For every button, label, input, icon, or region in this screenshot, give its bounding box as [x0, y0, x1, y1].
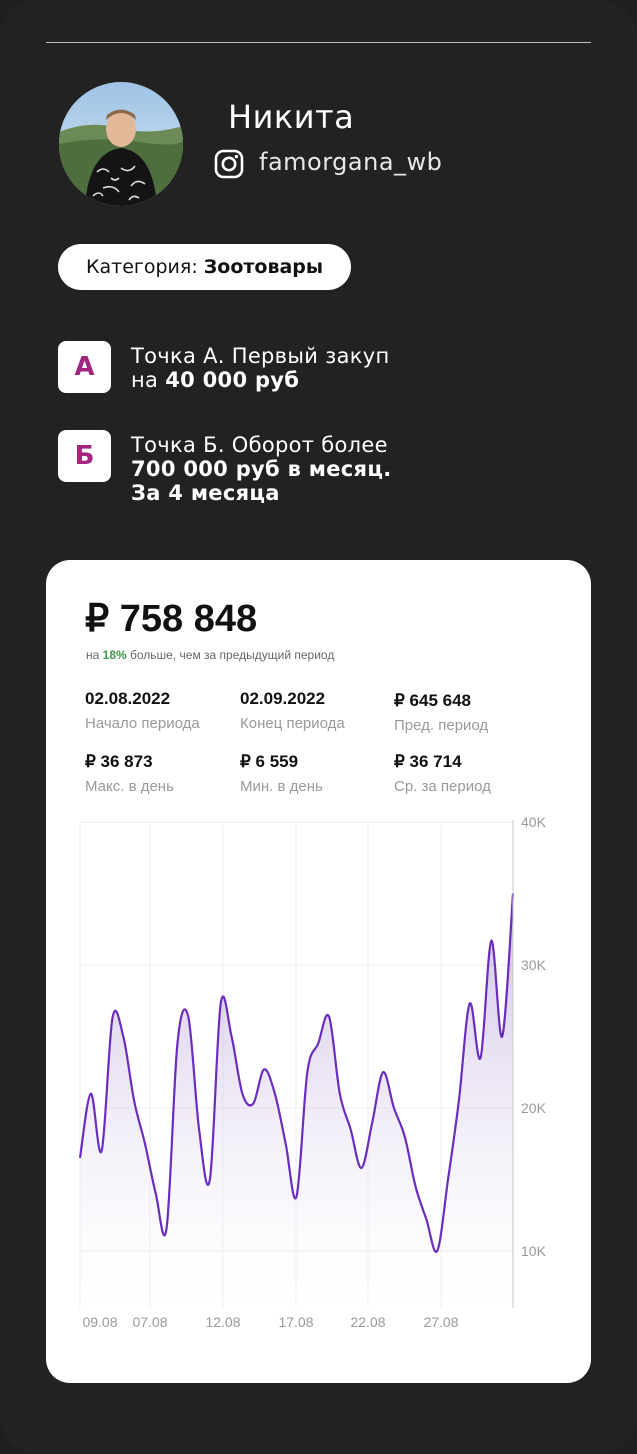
total-revenue: ₽ 758 848: [85, 598, 258, 640]
stat-previous-period: ₽ 645 648 Пред. период: [394, 691, 488, 734]
stat-average: ₽ 36 714 Ср. за период: [394, 752, 491, 795]
revenue-chart: 10K 20K 30K 40K 09.08 07.08 12.08 17.08 22.08 27…: [78, 815, 547, 1330]
comparison-percent: 18%: [102, 648, 127, 662]
stat-value: ₽ 645 648: [394, 691, 471, 710]
stat-value: 02.08.2022: [85, 689, 171, 708]
comparison-suffix: больше, чем за предыдущий период: [126, 648, 335, 662]
stat-value: 02.09.2022: [240, 689, 326, 708]
instagram-handle: famorgana_wb: [259, 148, 443, 176]
point-b-line1: Точка Б. Оборот более: [131, 433, 388, 457]
avatar: [59, 82, 183, 206]
stat-period-end: 02.09.2022 Конец периода: [240, 689, 345, 732]
point-a-badge: А: [58, 341, 111, 393]
point-b-badge: Б: [58, 430, 111, 482]
stat-label: Макс. в день: [85, 778, 174, 795]
stat-label: Начало периода: [85, 715, 200, 732]
stat-period-start: 02.08.2022 Начало периода: [85, 689, 200, 732]
comparison-prefix: на: [86, 648, 103, 662]
stat-value: ₽ 36 873: [85, 752, 153, 771]
point-a-line2-prefix: на: [131, 368, 166, 392]
stat-value: ₽ 6 559: [240, 752, 299, 771]
y-tick-label: 10K: [521, 1243, 547, 1259]
category-pill: Категория: Зоотовары: [58, 244, 352, 290]
x-tick-label: 09.08: [82, 1314, 117, 1330]
point-a-line2-bold: 40 000 руб: [165, 368, 300, 392]
stat-value: ₽ 36 714: [394, 752, 462, 771]
y-tick-label: 30K: [521, 957, 547, 973]
stat-label: Ср. за период: [394, 778, 491, 795]
y-axis-labels: 10K 20K 30K 40K: [521, 815, 547, 1259]
point-a-line1: Точка А. Первый закуп: [131, 344, 390, 368]
point-b-line3-bold: За 4 месяца: [131, 481, 280, 505]
y-tick-label: 40K: [521, 815, 547, 830]
stat-max-per-day: ₽ 36 873 Макс. в день: [85, 752, 174, 795]
profile-card: Никита famorgana_wb Категория: Зоотовары…: [0, 0, 637, 1454]
y-tick-label: 20K: [521, 1100, 547, 1116]
point-a-text: Точка А. Первый закуп на 40 000 руб: [131, 344, 390, 392]
category-value: Зоотовары: [203, 256, 324, 278]
stat-label: Мин. в день: [240, 778, 323, 795]
x-tick-label: 27.08: [423, 1314, 458, 1330]
top-divider: [46, 42, 591, 43]
x-tick-label: 22.08: [350, 1314, 385, 1330]
x-tick-label: 12.08: [205, 1314, 240, 1330]
stat-label: Конец периода: [240, 715, 345, 732]
avatar-photo: [59, 82, 183, 206]
point-b-text: Точка Б. Оборот более 700 000 руб в меся…: [131, 433, 391, 505]
category-label: Категория:: [86, 256, 204, 278]
profile-name: Никита: [228, 98, 355, 136]
x-tick-label: 07.08: [132, 1314, 167, 1330]
stat-min-per-day: ₽ 6 559 Мин. в день: [240, 752, 323, 795]
x-tick-label: 17.08: [278, 1314, 313, 1330]
instagram-icon: [214, 149, 244, 179]
revenue-comparison: на 18% больше, чем за предыдущий период: [86, 648, 334, 662]
x-axis-labels: 09.08 07.08 12.08 17.08 22.08 27.08: [82, 1314, 458, 1330]
stat-label: Пред. период: [394, 717, 489, 734]
sales-report-panel: ₽ 758 848 на 18% больше, чем за предыдущ…: [46, 560, 591, 1383]
point-b-line2-bold: 700 000 руб в месяц.: [131, 457, 392, 481]
